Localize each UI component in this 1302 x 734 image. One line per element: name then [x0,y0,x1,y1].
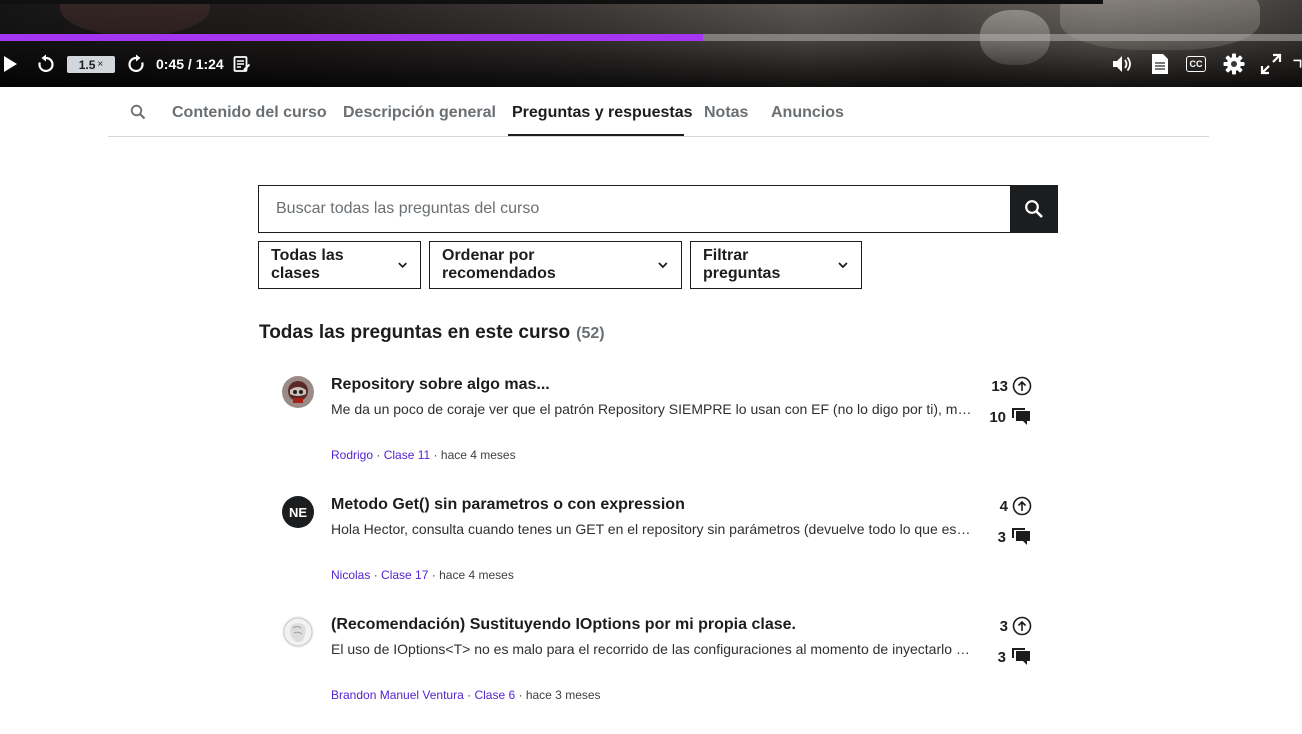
forum-icon [1012,528,1030,545]
question-title[interactable]: Repository sobre algo mas... [331,376,550,394]
question-snippet: Me da un poco de coraje ver que el patró… [331,401,973,417]
meta-separator: · [376,448,381,462]
questions-heading: Todas las preguntas en este curso (52) [259,322,605,344]
upvote-icon [1012,376,1032,396]
search-button[interactable] [1010,185,1058,233]
meta-separator: · [373,568,378,582]
video-progress-fill [0,34,704,41]
course-tabs: Contenido del curso Descripción general … [108,87,1209,137]
forum-icon [1012,408,1030,425]
sort-dropdown[interactable]: Ordenar por recomendados [429,241,682,289]
question-lecture-link[interactable]: Clase 11 [384,448,430,462]
reply-count: 3 [997,528,1006,546]
rewind-icon [38,54,54,73]
meta-separator: · [467,688,472,702]
upvote-button[interactable]: 3 [1000,616,1032,636]
tab-announcements[interactable]: Anuncios [771,104,844,122]
question-lecture-link[interactable]: Clase 6 [474,688,515,702]
play-icon [4,56,17,72]
volume-icon [1113,56,1131,72]
dropdown-label: Todas las clases [271,247,344,282]
note-edit-icon [233,56,251,72]
upvote-count: 3 [999,617,1008,635]
tab-overview[interactable]: Descripción general [343,104,496,122]
upvote-count: 4 [999,497,1008,515]
chevron-down-icon [398,262,407,269]
questions-count: (52) [576,325,605,342]
search-icon [1025,200,1043,218]
question-snippet: El uso de IOptions<T> no es malo para el… [331,641,973,657]
question-snippet: Hola Hector, consulta cuando tenes un GE… [331,521,973,537]
avatar[interactable]: NE [282,496,314,528]
replies-button[interactable]: 3 [998,526,1032,548]
forum-icon [1012,648,1030,665]
filter-questions-dropdown[interactable]: Filtrar preguntas [690,241,862,289]
question-item[interactable]: NE Metodo Get() sin parametros o con exp… [282,496,1042,596]
question-author-link[interactable]: Rodrigo [331,448,373,462]
tab-notes[interactable]: Notas [704,104,748,122]
chevron-down-icon [838,262,848,269]
search-input[interactable] [258,185,1011,233]
meta-separator: · [433,448,438,462]
avatar[interactable] [282,616,314,648]
search-icon[interactable] [130,104,146,120]
question-lecture-link[interactable]: Clase 17 [381,568,428,582]
video-progress-bar[interactable] [0,34,1302,41]
dropdown-label: Ordenar por recomendados [442,247,556,282]
question-meta: Rodrigo · Clase 11 · hace 4 meses [331,448,516,462]
settings-button[interactable] [1222,52,1246,76]
question-time: hace 3 meses [525,688,601,702]
meta-separator: · [431,568,436,582]
upvote-button[interactable]: 13 [991,376,1032,396]
sidebar-expand-button[interactable] [1292,52,1302,76]
expand-icon [1260,53,1282,75]
expand-sidebar-icon [1293,59,1302,68]
add-note-button[interactable] [232,52,252,76]
playback-speed-suffix: × [97,59,104,70]
question-title[interactable]: (Recomendación) Sustituyendo IOptions po… [331,616,796,634]
forward-icon [128,54,144,73]
question-meta: Brandon Manuel Ventura · Clase 6 · hace … [331,688,601,702]
tab-questions-answers[interactable]: Preguntas y respuestas [512,104,693,122]
playback-speed-value: 1.5 [78,57,96,72]
filter-lectures-dropdown[interactable]: Todas las clases [258,241,421,289]
question-meta: Nicolas · Clase 17 · hace 4 meses [331,568,514,582]
play-button[interactable] [0,52,20,76]
forward-button[interactable] [125,52,147,76]
question-item[interactable]: (Recomendación) Sustituyendo IOptions po… [282,616,1042,716]
question-time: hace 4 meses [439,568,514,582]
fullscreen-button[interactable] [1259,52,1283,76]
gear-icon [1223,53,1245,75]
question-time: hace 4 meses [440,448,516,462]
playback-speed-button[interactable]: 1.5 × [67,56,115,73]
reply-count: 3 [997,648,1006,666]
question-author-link[interactable]: Nicolas [331,568,370,582]
replies-button[interactable]: 3 [998,646,1032,668]
volume-button[interactable] [1112,52,1134,76]
upvote-button[interactable]: 4 [1000,496,1032,516]
captions-button[interactable]: CC [1186,56,1206,72]
meta-separator: · [518,688,523,702]
video-top-bar [0,0,1103,4]
transcript-button[interactable] [1150,52,1170,76]
replies-button[interactable]: 10 [989,406,1032,428]
question-item[interactable]: Repository sobre algo mas... Me da un po… [282,376,1042,476]
reply-count: 10 [989,408,1006,426]
question-title[interactable]: Metodo Get() sin parametros o con expres… [331,496,685,514]
upvote-icon [1012,616,1032,636]
avatar[interactable] [282,376,314,408]
dropdown-label: Filtrar preguntas [703,247,781,282]
rewind-button[interactable] [35,52,57,76]
upvote-icon [1012,496,1032,516]
active-tab-indicator [508,134,684,136]
chevron-down-icon [658,262,668,269]
video-time: 0:45 / 1:24 [156,56,224,72]
questions-heading-title: Todas las preguntas en este curso [259,322,571,343]
question-author-link[interactable]: Brandon Manuel Ventura [331,688,464,702]
tab-course-content[interactable]: Contenido del curso [172,104,327,122]
upvote-count: 13 [991,377,1008,395]
video-player[interactable]: 1.5 × 0:45 / 1:24 CC [0,0,1302,87]
video-shade [0,0,1302,87]
transcript-icon [1152,54,1168,74]
